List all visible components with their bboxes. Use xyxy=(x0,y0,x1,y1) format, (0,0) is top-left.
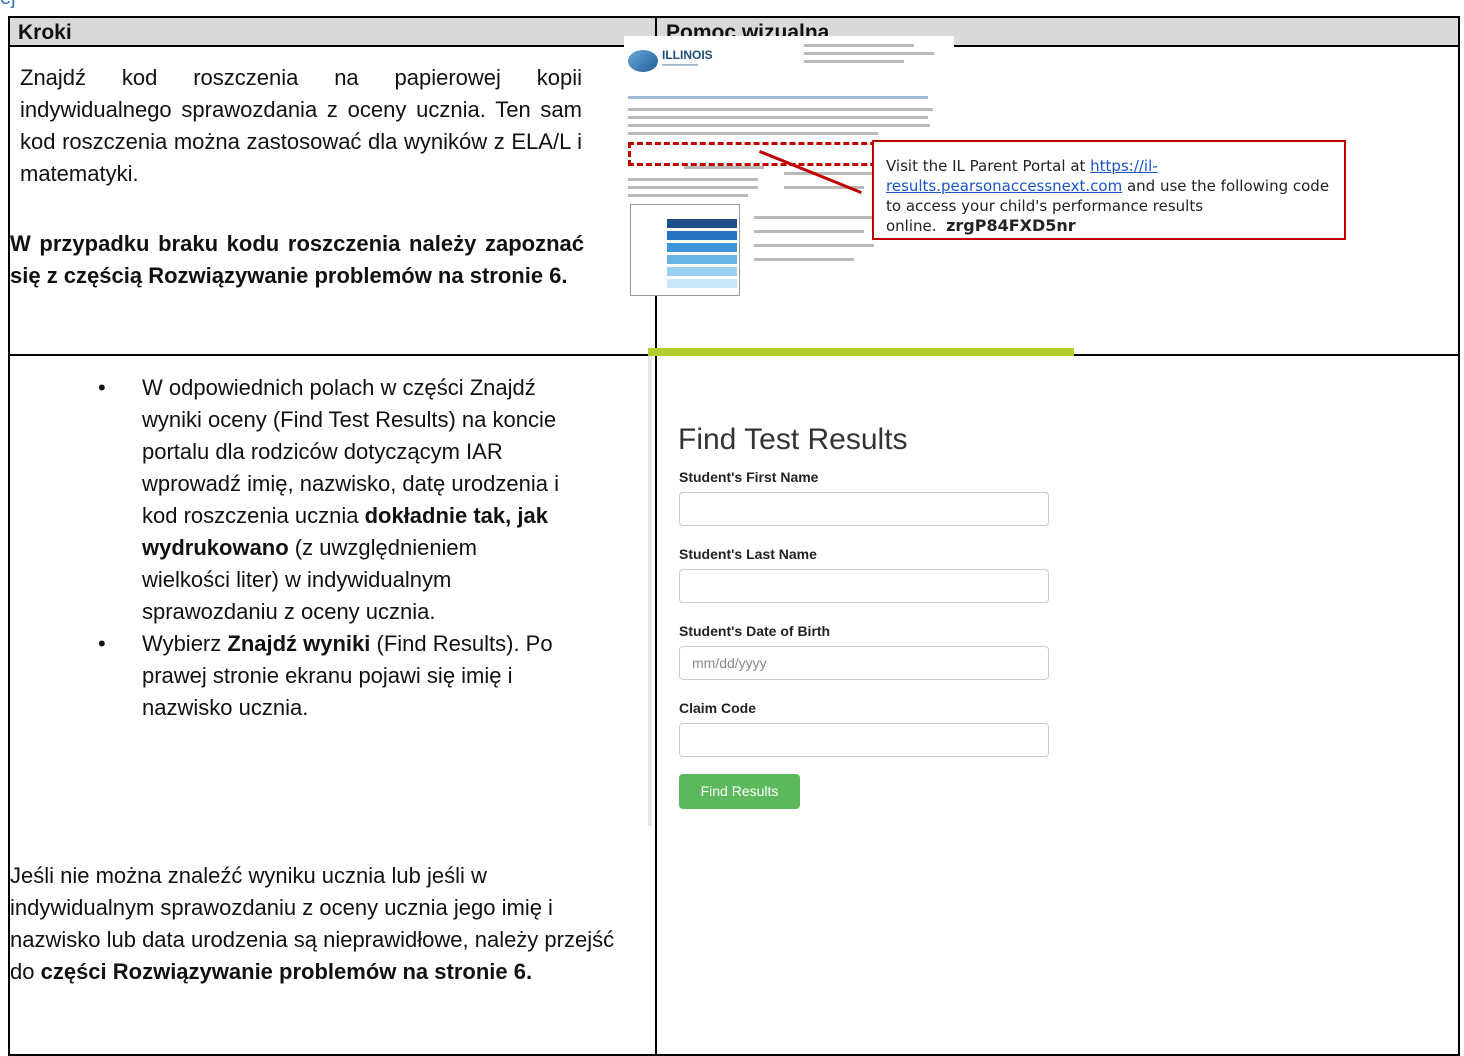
text-line xyxy=(628,124,930,127)
header-steps: Kroki xyxy=(18,21,72,44)
steps-list: W odpowiednich polach w części Znajdź wy… xyxy=(98,372,562,724)
list-item: W odpowiednich polach w części Znajdź wy… xyxy=(98,372,562,628)
level-bar xyxy=(667,255,737,264)
level-bar xyxy=(667,267,737,276)
text-line xyxy=(628,186,758,189)
last-name-label: Student's Last Name xyxy=(679,546,817,562)
text-line xyxy=(784,172,874,175)
claim-code-label: Claim Code xyxy=(679,700,757,716)
level-bar xyxy=(667,219,737,228)
report-title-line xyxy=(628,96,928,99)
text-line xyxy=(628,178,758,181)
first-name-label: Student's First Name xyxy=(679,469,819,485)
form-title: Find Test Results xyxy=(678,423,908,456)
claim-code-value: zrgP84FXD5nr xyxy=(946,216,1076,235)
text-line xyxy=(804,60,904,63)
first-name-input[interactable] xyxy=(679,492,1049,526)
text-line xyxy=(754,230,864,233)
text-line xyxy=(684,166,764,169)
list-item: Wybierz Znajdź wyniki (Find Results). Po… xyxy=(98,628,562,724)
text-line xyxy=(628,194,748,197)
date-of-birth-input[interactable]: mm/dd/yyyy xyxy=(679,646,1049,680)
claim-code-instructions: Znajdź kod roszczenia na papierowej kopi… xyxy=(20,65,582,186)
logo-subtext-lines: ━━━━━━━━━━ xyxy=(662,63,699,69)
text-line xyxy=(804,52,934,55)
form-border xyxy=(648,356,652,826)
date-of-birth-label: Student's Date of Birth xyxy=(679,623,831,639)
text-line xyxy=(628,108,933,111)
level-bar xyxy=(667,243,737,252)
accent-bar xyxy=(648,348,1074,356)
claim-code-missing-note: W przypadku braku kodu roszczenia należy… xyxy=(10,231,584,288)
level-bar xyxy=(667,279,737,288)
text-line xyxy=(754,216,874,219)
level-bar xyxy=(667,231,737,240)
page-top-fragment: ej xyxy=(0,0,60,8)
illinois-logo-text: ILLINOIS xyxy=(662,48,713,62)
last-name-input[interactable] xyxy=(679,569,1049,603)
text-line xyxy=(754,244,874,247)
text-line xyxy=(628,132,878,135)
troubleshooting-note: Jeśli nie można znaleźć wyniku ucznia lu… xyxy=(10,863,615,984)
find-results-button[interactable]: Find Results xyxy=(679,774,800,809)
illinois-logo-icon xyxy=(628,50,658,72)
text-line xyxy=(804,44,914,47)
performance-levels-table xyxy=(630,204,740,296)
claim-code-callout: Visit the IL Parent Portal at https://il… xyxy=(872,140,1346,240)
find-test-results-form: Find Test Results Student's First Name S… xyxy=(648,348,1074,826)
text-line xyxy=(754,258,854,261)
claim-code-input[interactable] xyxy=(679,723,1049,757)
text-line xyxy=(628,116,928,119)
